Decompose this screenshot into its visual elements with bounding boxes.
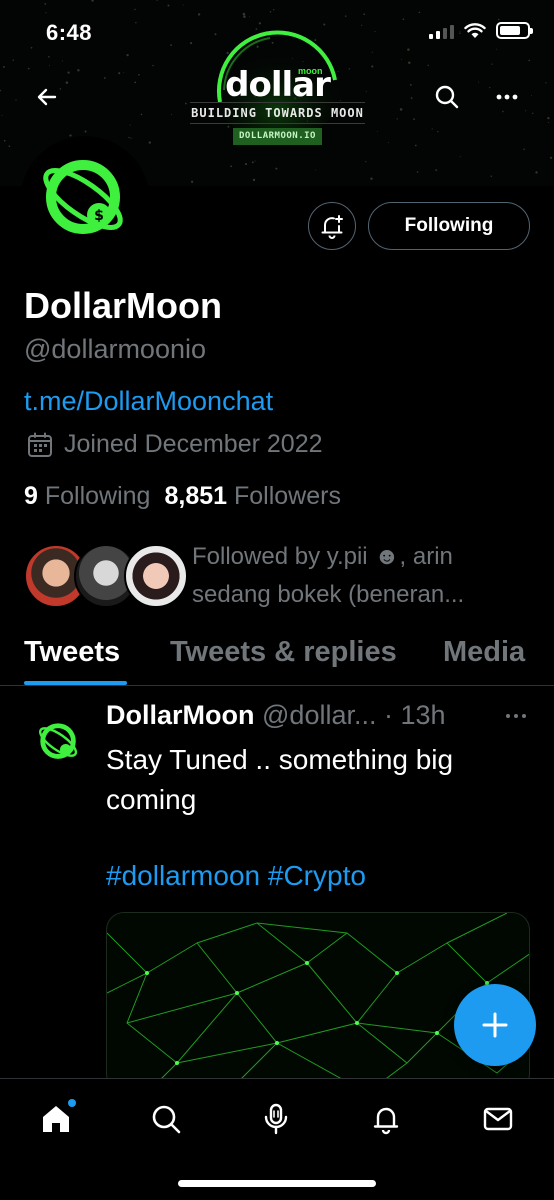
search-icon <box>152 1105 181 1134</box>
calendar-icon <box>28 432 52 457</box>
search-icon <box>435 85 459 109</box>
profile-handle: @dollarmoonio <box>24 334 206 364</box>
joined-date: Joined December 2022 <box>26 430 323 459</box>
battery-icon <box>496 22 533 39</box>
more-dots-icon <box>506 714 526 718</box>
bell-plus-icon <box>321 215 343 239</box>
profile-avatar[interactable]: $ <box>20 136 150 266</box>
profile-tabs: Tweets Tweets & replies Media <box>0 630 554 686</box>
mutual-avatars <box>24 544 188 608</box>
dollarmoon-logo-icon <box>39 723 78 759</box>
followers-count-link[interactable]: 8,851 Followers <box>164 482 341 511</box>
active-tab-indicator <box>24 681 127 685</box>
back-button[interactable] <box>28 78 66 116</box>
nav-messages[interactable] <box>472 1097 524 1141</box>
tweet-author-name[interactable]: DollarMoon <box>106 700 255 730</box>
followers-you-know[interactable]: Followed by y.pii ☻, arin sedang bokek (… <box>24 538 534 614</box>
status-bar: 6:48 <box>0 0 554 66</box>
bell-icon <box>373 1107 399 1135</box>
notifications-toggle-button[interactable] <box>308 202 356 250</box>
more-options-button[interactable] <box>488 78 526 116</box>
nav-home[interactable] <box>30 1097 82 1141</box>
nav-explore[interactable] <box>140 1097 192 1141</box>
profile-name: DollarMoon <box>24 285 222 326</box>
search-button[interactable] <box>428 78 466 116</box>
tweet-text: Stay Tuned .. something big coming <box>106 744 454 815</box>
brand-wordmark: dollar <box>225 65 331 105</box>
dollarmoon-logo-icon: $ <box>43 160 123 234</box>
tweet-handle-time: @dollar... · 13h <box>262 700 446 730</box>
back-arrow-icon <box>37 88 57 106</box>
envelope-icon <box>483 1107 513 1131</box>
following-count-link[interactable]: 9 Following <box>24 482 150 511</box>
tweet-hashtags[interactable]: #dollarmoon #Crypto <box>106 860 366 892</box>
status-time: 6:48 <box>46 20 93 45</box>
followers-count: 8,851 <box>164 482 228 510</box>
tab-media[interactable]: Media <box>443 636 525 669</box>
following-count: 9 <box>24 482 38 510</box>
home-indicator-bar <box>178 1180 376 1187</box>
home-icon <box>43 1106 69 1132</box>
brand-tagline: BUILDING TOWARDS MOON <box>190 102 365 124</box>
following-button[interactable]: Following <box>368 202 530 250</box>
tab-tweets-and-replies[interactable]: Tweets & replies <box>170 636 397 669</box>
more-dots-icon <box>496 94 518 100</box>
mutual-avatar-3 <box>124 544 188 608</box>
follow-counts: 9 Following 8,851 Followers <box>24 482 341 511</box>
tweet-header: DollarMoon @dollar... · 13h <box>106 700 486 731</box>
joined-text: Joined December 2022 <box>64 430 323 458</box>
plus-icon <box>482 1012 508 1038</box>
home-notification-dot <box>68 1099 76 1107</box>
status-icons <box>429 22 533 39</box>
profile-link[interactable]: t.me/DollarMoonchat <box>24 386 273 417</box>
tab-tweets[interactable]: Tweets <box>24 636 120 669</box>
nav-spaces[interactable] <box>250 1097 302 1141</box>
spaces-microphone-icon <box>264 1103 288 1135</box>
followed-by-text: Followed by y.pii ☻, arin sedang bokek (… <box>192 543 465 608</box>
cellular-signal-icon <box>429 23 454 39</box>
nav-notifications[interactable] <box>360 1097 412 1141</box>
brand-super-text: moon <box>298 66 323 76</box>
tweet-more-button[interactable] <box>500 704 532 728</box>
wifi-icon <box>464 22 486 38</box>
tweet-avatar[interactable] <box>28 712 90 774</box>
svg-text:$: $ <box>94 208 104 224</box>
brand-url-badge: DOLLARMOON.IO <box>233 128 322 145</box>
following-label: Following <box>44 482 151 510</box>
compose-tweet-button[interactable] <box>454 984 536 1066</box>
followers-label: Followers <box>233 482 341 510</box>
